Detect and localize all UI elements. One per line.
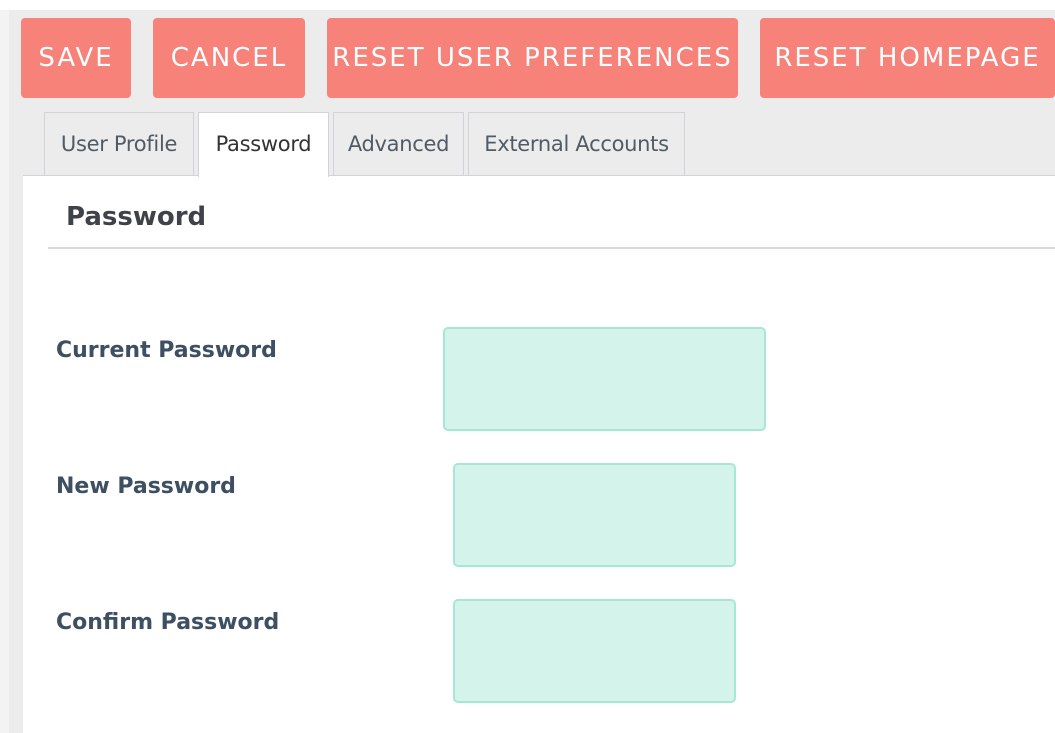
save-button[interactable]: SAVE xyxy=(21,18,131,98)
tab-password[interactable]: Password xyxy=(198,112,329,177)
current-password-label: Current Password xyxy=(56,338,277,363)
confirm-password-label: Confirm Password xyxy=(56,610,280,635)
section-title: Password xyxy=(66,202,207,232)
password-panel: Password Current Password New Password C… xyxy=(23,175,1055,733)
left-strip xyxy=(0,10,9,733)
tab-user-profile[interactable]: User Profile xyxy=(44,112,194,175)
reset-user-preferences-button[interactable]: RESET USER PREFERENCES xyxy=(327,18,738,98)
new-password-input[interactable] xyxy=(453,463,736,567)
top-strip xyxy=(0,0,1055,10)
tab-advanced[interactable]: Advanced xyxy=(333,112,464,175)
cancel-button[interactable]: CANCEL xyxy=(153,18,305,98)
confirm-password-input[interactable] xyxy=(453,599,736,703)
current-password-input[interactable] xyxy=(443,327,766,431)
new-password-label: New Password xyxy=(56,474,236,499)
section-divider xyxy=(48,247,1055,249)
tab-external-accounts[interactable]: External Accounts xyxy=(468,112,685,175)
reset-homepage-button[interactable]: RESET HOMEPAGE xyxy=(760,18,1055,98)
